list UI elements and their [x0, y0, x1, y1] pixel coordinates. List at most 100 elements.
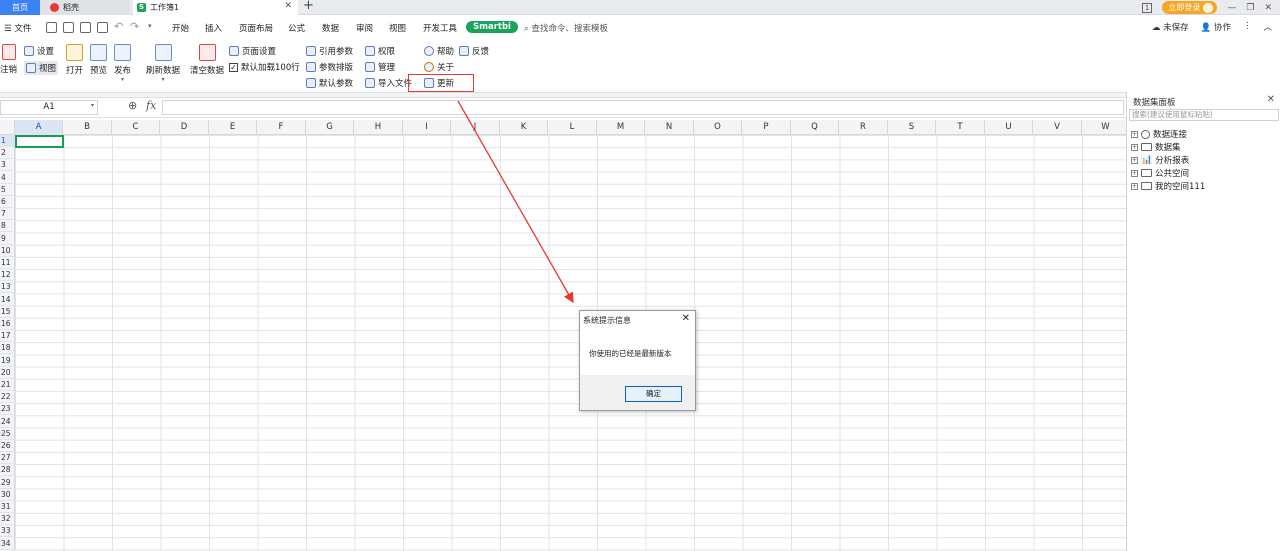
- tree-item-data-connection[interactable]: + 数据连接: [1131, 128, 1187, 140]
- row-header[interactable]: 24: [0, 416, 15, 428]
- column-header[interactable]: K: [500, 120, 548, 135]
- login-button[interactable]: 立即登录: [1162, 1, 1218, 14]
- expand-icon[interactable]: +: [1131, 130, 1138, 138]
- panel-search-input[interactable]: 搜索(建议使用鼠标粘贴): [1129, 109, 1279, 121]
- menu-item-page-layout[interactable]: 页面布局: [239, 22, 273, 34]
- tab-home[interactable]: 首页: [0, 0, 40, 15]
- about-button[interactable]: 关于: [424, 61, 454, 73]
- column-header[interactable]: N: [646, 120, 694, 135]
- menu-item-insert[interactable]: 插入: [205, 22, 222, 34]
- tree-item-dataset[interactable]: + 数据集: [1131, 141, 1181, 153]
- row-header[interactable]: 21: [0, 379, 15, 391]
- row-header[interactable]: 23: [0, 403, 15, 416]
- column-header[interactable]: D: [161, 120, 209, 135]
- column-header[interactable]: A: [15, 120, 63, 135]
- row-header[interactable]: 8: [0, 220, 15, 233]
- ok-button[interactable]: 确定: [625, 386, 682, 402]
- row-header[interactable]: 4: [0, 172, 15, 184]
- undo-icon[interactable]: ↶: [114, 20, 123, 33]
- ref-param-button[interactable]: 引用参数: [306, 45, 353, 57]
- column-header[interactable]: Q: [791, 120, 839, 135]
- menu-item-view[interactable]: 视图: [389, 22, 406, 34]
- row-header[interactable]: 29: [0, 477, 15, 489]
- window-close-icon[interactable]: ✕: [1264, 3, 1272, 13]
- column-header[interactable]: W: [1082, 120, 1126, 135]
- save-icon[interactable]: [46, 22, 57, 33]
- view-button[interactable]: 视图: [24, 61, 59, 75]
- row-header[interactable]: 5: [0, 184, 15, 196]
- refresh-dropdown-icon[interactable]: ▾: [146, 76, 180, 83]
- row-header[interactable]: 14: [0, 294, 15, 306]
- file-menu[interactable]: ☰ 文件: [4, 22, 31, 34]
- zoom-icon[interactable]: ⊕: [128, 99, 137, 112]
- menu-item-formula[interactable]: 公式: [288, 22, 305, 34]
- redo-icon[interactable]: ↷: [130, 20, 139, 33]
- tab-daoke[interactable]: 稻壳: [40, 0, 130, 15]
- cell-reference-box[interactable]: A1: [0, 100, 98, 115]
- param-layout-button[interactable]: 参数排版: [306, 61, 353, 73]
- column-header[interactable]: J: [452, 120, 500, 135]
- row-header[interactable]: 11: [0, 257, 15, 269]
- restore-icon[interactable]: ❐: [1246, 3, 1254, 13]
- column-header[interactable]: O: [694, 120, 742, 135]
- row-header[interactable]: 1: [0, 135, 15, 147]
- row-header[interactable]: 6: [0, 196, 15, 208]
- row-header[interactable]: 17: [0, 330, 15, 343]
- row-header[interactable]: 26: [0, 440, 15, 452]
- row-header[interactable]: 34: [0, 538, 15, 550]
- row-header[interactable]: 3: [0, 159, 15, 172]
- row-header[interactable]: 20: [0, 367, 15, 379]
- column-header[interactable]: C: [112, 120, 160, 135]
- tab-close-icon[interactable]: ✕: [284, 1, 292, 11]
- fx-icon[interactable]: fx: [146, 99, 156, 112]
- column-header[interactable]: H: [355, 120, 403, 135]
- permission-button[interactable]: 权限: [365, 45, 395, 57]
- more-icon[interactable]: ⋮: [1243, 21, 1252, 33]
- expand-icon[interactable]: +: [1131, 169, 1138, 177]
- menu-item-data[interactable]: 数据: [322, 22, 339, 34]
- formula-input[interactable]: [162, 100, 1124, 115]
- column-header[interactable]: V: [1034, 120, 1082, 135]
- row-header[interactable]: 16: [0, 318, 15, 330]
- tree-item-my-space[interactable]: + 我的空间111: [1131, 180, 1205, 192]
- column-header[interactable]: G: [306, 120, 354, 135]
- print-icon[interactable]: [80, 22, 91, 33]
- row-header[interactable]: 12: [0, 269, 15, 282]
- export-icon[interactable]: [63, 22, 74, 33]
- default-param-button[interactable]: 默认参数: [306, 77, 353, 89]
- expand-icon[interactable]: +: [1131, 143, 1138, 151]
- feedback-button[interactable]: 反馈: [459, 45, 489, 57]
- default-load-checkbox[interactable]: ✓ 默认加载100行: [229, 61, 300, 73]
- minimize-icon[interactable]: —: [1227, 3, 1236, 13]
- settings-button[interactable]: 设置: [24, 45, 54, 57]
- column-header[interactable]: I: [403, 120, 451, 135]
- row-header[interactable]: 15: [0, 306, 15, 318]
- column-header[interactable]: E: [209, 120, 257, 135]
- column-header[interactable]: S: [888, 120, 936, 135]
- print-preview-icon[interactable]: [97, 22, 108, 33]
- new-tab-button[interactable]: +: [303, 0, 314, 13]
- panel-close-icon[interactable]: ✕: [1267, 94, 1275, 105]
- clear-data-button[interactable]: 清空数据: [190, 44, 224, 76]
- quick-access-dropdown-icon[interactable]: ▾: [148, 22, 152, 30]
- unsaved-button[interactable]: ☁ 未保存: [1152, 21, 1189, 33]
- column-header[interactable]: R: [840, 120, 888, 135]
- row-header[interactable]: 7: [0, 208, 15, 221]
- column-header[interactable]: L: [549, 120, 597, 135]
- dialog-close-icon[interactable]: ✕: [682, 313, 690, 324]
- column-header[interactable]: F: [258, 120, 306, 135]
- import-file-button[interactable]: 导入文件: [365, 77, 412, 89]
- cell-area[interactable]: [15, 135, 1126, 551]
- collapse-ribbon-icon[interactable]: ︿: [1263, 21, 1272, 33]
- badge-count[interactable]: 1: [1141, 2, 1153, 13]
- expand-icon[interactable]: +: [1131, 156, 1138, 164]
- column-header[interactable]: M: [597, 120, 645, 135]
- row-header[interactable]: 25: [0, 428, 15, 440]
- row-header[interactable]: 13: [0, 281, 15, 294]
- active-cell[interactable]: [15, 135, 64, 148]
- menu-item-review[interactable]: 审阅: [356, 22, 373, 34]
- logout-button[interactable]: 注销: [0, 44, 17, 75]
- page-setup-button[interactable]: 页面设置: [229, 45, 276, 57]
- tree-item-public-space[interactable]: + 公共空间: [1131, 167, 1189, 179]
- row-header[interactable]: 28: [0, 464, 15, 477]
